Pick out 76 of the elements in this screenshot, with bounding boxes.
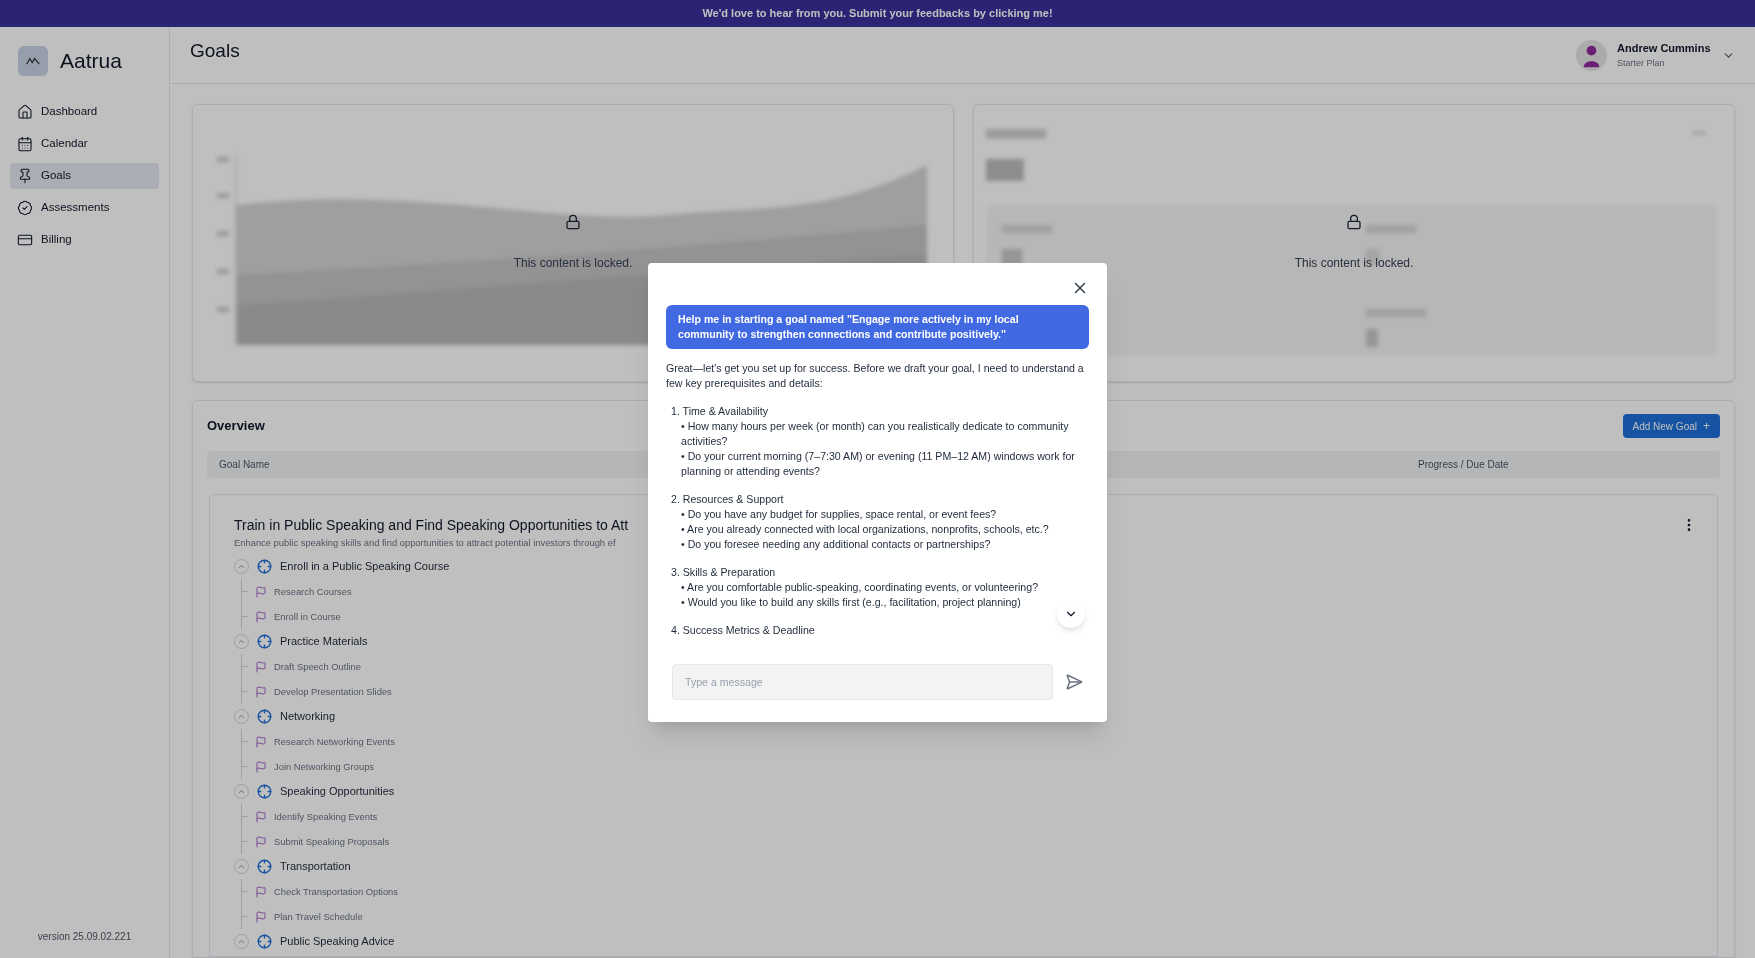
section-heading: 1. Time & Availability [671, 404, 769, 419]
home-icon [17, 103, 33, 120]
target-icon [257, 709, 272, 725]
flag-icon [255, 835, 267, 848]
bullet-item: • How many hours per week (or month) can you realistically dedicate to community activities? [680, 419, 1070, 449]
bullet-item: • Do your current morning (7–7:30 AM) or evening (11 PM–12 AM) windows work for planning or attending events? [680, 449, 1076, 479]
page-title: Goals [190, 38, 241, 63]
send-icon[interactable] [1065, 673, 1083, 691]
assistant-message: Great—let's get you set up for success. Before we draft your goal, I need to understand a few key prerequisites and details: [666, 361, 1085, 391]
goal-description: Enhance public speaking skills and find opportunities to attract potential investors through ef [234, 536, 616, 550]
brand-name: Aatrua [60, 48, 122, 74]
bullet-item: • Are you comfortable public-speaking, coordinating events, or volunteering? [680, 580, 1040, 595]
user-plan: Starter Plan [1617, 56, 1666, 70]
task-title: Submit Speaking Proposals [274, 834, 390, 849]
bullet-item: • Do you foresee needing any additional contacts or partnerships? [680, 537, 992, 552]
bullet-item: • Would you like to build any skills first (e.g., facilitation, project planning) [680, 595, 1022, 610]
target-icon [257, 934, 272, 950]
message-field[interactable]: Type a message [672, 664, 1053, 700]
logo-icon [18, 45, 48, 76]
badge-check-icon [17, 199, 33, 216]
milestone-title: Networking [280, 709, 336, 725]
flag-icon [255, 610, 267, 623]
scroll-down-button[interactable] [1057, 600, 1085, 628]
milestone-title: Practice Materials [280, 634, 368, 650]
user-message: Help me in starting a goal named "Engage more actively in my local community to strengthen connections and contribute positively." [666, 305, 1089, 349]
target-icon [257, 784, 272, 800]
task-title: Enroll in Course [274, 609, 341, 624]
milestone-title: Speaking Opportunities [280, 784, 395, 800]
section-heading: 2. Resources & Support [671, 492, 785, 507]
target-icon [257, 859, 272, 875]
locked-message: This content is locked. [1294, 255, 1414, 272]
milestone-title: Transportation [280, 859, 351, 875]
task-title: Draft Speech Outline [274, 659, 362, 674]
milestone-title: Public Speaking Advice [280, 934, 395, 950]
sidebar-item[interactable]: Goals [10, 162, 159, 189]
bullet-item: • Do you have any budget for supplies, space rental, or event fees? [680, 507, 998, 522]
task-title: Develop Presentation Slides [274, 684, 392, 699]
target-icon [257, 559, 272, 575]
sidebar-item[interactable]: Dashboard [10, 98, 159, 125]
flag-icon [255, 760, 267, 773]
task-title: Research Networking Events [274, 734, 395, 749]
task-title: Check Transportation Options [274, 884, 399, 899]
calendar-icon [17, 135, 33, 152]
section-heading: 4. Success Metrics & Deadline [671, 623, 816, 638]
flag-icon [255, 810, 267, 823]
avatar-icon [1576, 39, 1607, 71]
locked-message: This content is locked. [513, 255, 633, 272]
feedback-banner[interactable]: We'd love to hear from you. Submit your feedbacks by clicking me! [0, 0, 1755, 27]
sidebar-item[interactable]: Assessments [10, 194, 159, 221]
sidebar-item[interactable]: Billing [10, 226, 159, 253]
section-heading: 3. Skills & Preparation [671, 565, 777, 580]
version-label: version 25.09.02.221 [36, 930, 133, 944]
milestone-title: Enroll in a Public Speaking Course [280, 559, 450, 575]
flag-icon [255, 735, 267, 748]
flag-icon [255, 910, 267, 923]
flag-icon [255, 685, 267, 698]
user-name: Andrew Cummins [1617, 41, 1712, 56]
task-title: Join Networking Groups [274, 759, 375, 774]
target-icon [257, 634, 272, 650]
sidebar-item[interactable]: Calendar [10, 130, 159, 157]
lock-icon [1346, 214, 1362, 230]
column-header: Goal Name [219, 459, 270, 470]
goal-title: Train in Public Speaking and Find Speaking Opportunities to Att [234, 516, 629, 535]
flag-icon [255, 660, 267, 673]
user-menu[interactable]: Andrew Cummins Starter Plan [1576, 39, 1735, 71]
bullet-item: • Are you already connected with local organizations, nonprofits, schools, etc.? [680, 522, 1050, 537]
section-title: Overview [207, 417, 265, 436]
column-header: Progress / Due Date [1418, 459, 1509, 470]
flag-icon [255, 585, 267, 598]
task-title: Research Courses [274, 584, 352, 599]
task-title: Identify Speaking Events [274, 809, 378, 824]
add-goal-button[interactable]: Add New Goal + [1622, 414, 1720, 438]
pin-icon [17, 167, 33, 184]
flag-icon [255, 885, 267, 898]
lock-icon [565, 214, 581, 230]
task-title: Plan Travel Schedule [274, 909, 363, 924]
